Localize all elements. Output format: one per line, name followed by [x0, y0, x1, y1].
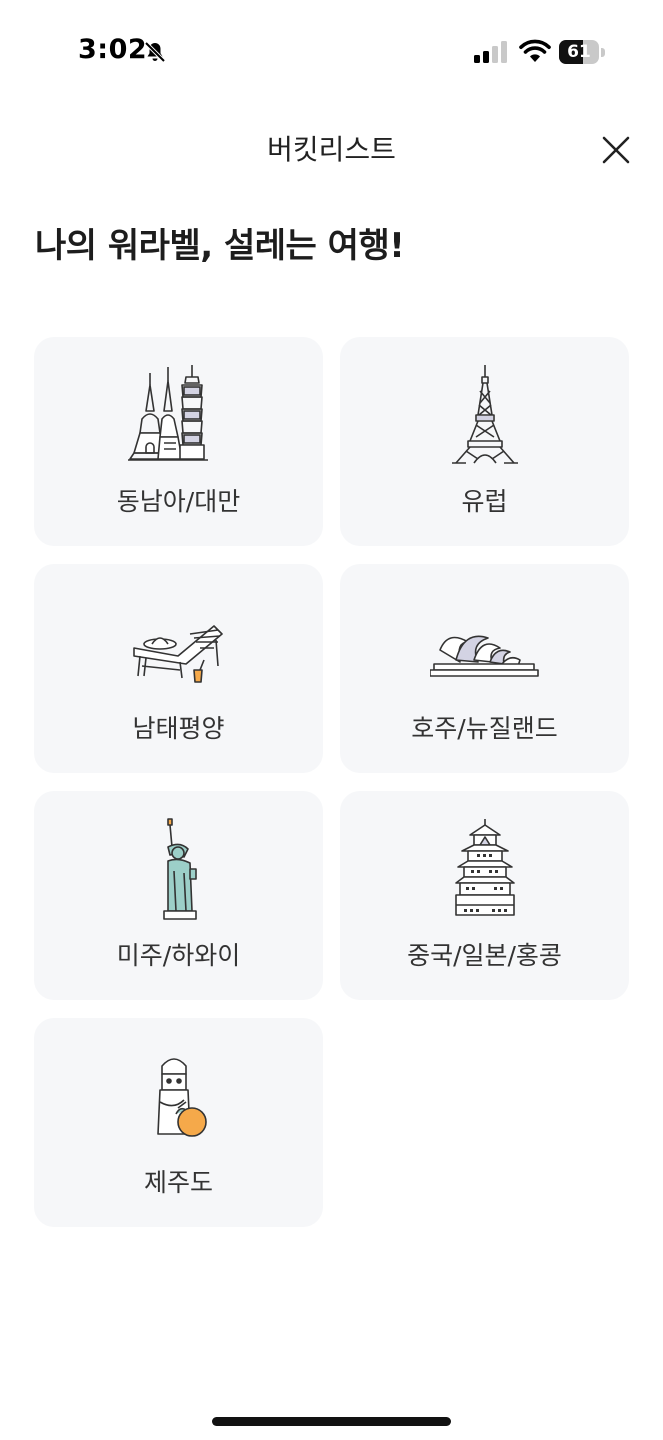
battery-icon: 61: [559, 40, 599, 64]
destination-card-south-pacific[interactable]: 남태평양: [34, 564, 323, 773]
destination-label: 중국/일본/홍콩: [407, 941, 562, 970]
destination-card-jeju[interactable]: 제주도: [34, 1018, 323, 1227]
destination-label: 유럽: [461, 487, 508, 516]
battery-level: 61: [567, 42, 591, 62]
close-icon[interactable]: [596, 130, 636, 170]
destination-label: 남태평양: [132, 714, 225, 743]
opera-house-icon: [429, 635, 539, 677]
status-bar: 3:02 61: [0, 0, 663, 100]
statue-of-liberty-icon: [162, 818, 197, 920]
wifi-icon: [519, 39, 551, 62]
home-indicator[interactable]: [212, 1417, 451, 1426]
destination-card-americas-hawaii[interactable]: 미주/하와이: [34, 791, 323, 1000]
destination-label: 동남아/대만: [116, 487, 241, 516]
destination-label: 미주/하와이: [116, 941, 241, 970]
destination-card-australia-nz[interactable]: 호주/뉴질랜드: [340, 564, 629, 773]
bell-slash-icon: [144, 41, 166, 63]
page-title: 버킷리스트: [267, 133, 396, 166]
destination-card-china-japan-hk[interactable]: 중국/일본/홍콩: [340, 791, 629, 1000]
eiffel-tower-icon: [451, 365, 518, 464]
pagoda-castle-icon: [454, 819, 515, 916]
cellular-signal-icon: [474, 41, 507, 63]
destination-card-europe[interactable]: 유럽: [340, 337, 629, 546]
section-heading: 나의 워라벨, 설레는 여행!: [35, 226, 405, 266]
destination-label: 제주도: [143, 1168, 213, 1197]
battery-cap: [601, 48, 605, 57]
destination-grid: 동남아/대만 유럽 남태평양 호주/뉴질랜드 미주/하와이 중국/일본/홍콩 제…: [34, 337, 629, 1227]
destination-card-southeast-asia[interactable]: 동남아/대만: [34, 337, 323, 546]
beach-lounger-icon: [132, 625, 223, 683]
temples-tower-icon: [127, 365, 208, 461]
destination-label: 호주/뉴질랜드: [411, 714, 558, 743]
dol-hareubang-tangerine-icon: [156, 1058, 207, 1137]
status-time: 3:02: [78, 34, 148, 65]
